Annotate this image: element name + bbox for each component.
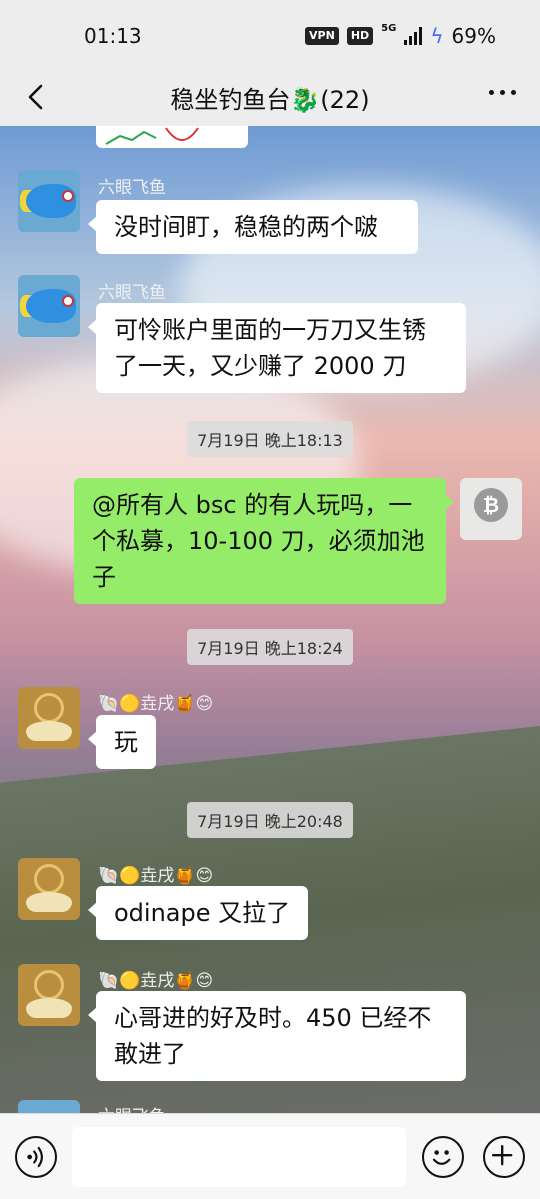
avatar[interactable]	[18, 687, 80, 749]
timestamp: 7月19日 晚上20:48	[0, 802, 540, 838]
sender-name: 六眼飞鱼	[98, 1102, 166, 1113]
message-bubble[interactable]: odinape 又拉了	[87, 886, 309, 940]
sender-name: 🐚🟡垚戌🍯😊	[98, 971, 214, 991]
avatar[interactable]	[18, 170, 80, 232]
battery-level: 69%	[451, 24, 496, 48]
sender-name: 🐚🟡垚戌🍯😊	[98, 694, 214, 714]
network-type: 5G	[381, 23, 397, 34]
emoji-icon[interactable]	[422, 1136, 464, 1178]
status-indicators: VPN HD 5G ϟ 69%	[305, 24, 496, 48]
sender-name: 六眼飞鱼	[98, 178, 166, 198]
more-dots-icon[interactable]	[489, 90, 516, 95]
status-time: 01:13	[84, 24, 142, 48]
chat-message-list[interactable]: 六眼飞鱼 没时间盯，稳稳的两个啵 六眼飞鱼 可怜账户里面的一万刀又生锈了一天，又…	[0, 126, 540, 1113]
sender-name: 六眼飞鱼	[98, 283, 166, 303]
message-bubble[interactable]: 玩	[88, 715, 156, 769]
avatar[interactable]	[18, 858, 80, 920]
timestamp: 7月19日 晚上18:13	[0, 421, 540, 457]
image-message-thumbnail[interactable]	[96, 126, 248, 148]
message-text-input[interactable]	[72, 1127, 406, 1187]
avatar[interactable]	[18, 964, 80, 1026]
sender-name: 🐚🟡垚戌🍯😊	[98, 866, 214, 886]
chat-header: 稳坐钓鱼台🐉(22)	[0, 68, 540, 126]
signal-icon	[404, 27, 423, 45]
message-bubble[interactable]: 没时间盯，稳稳的两个啵	[88, 200, 418, 254]
status-bar: 01:13 VPN HD 5G ϟ 69%	[0, 0, 540, 68]
message-input-bar	[0, 1113, 540, 1199]
message-bubble[interactable]: 心哥进的好及时。450 已经不敢进了	[88, 991, 466, 1081]
voice-icon[interactable]	[15, 1136, 57, 1178]
plus-icon[interactable]	[483, 1136, 525, 1178]
timestamp: 7月19日 晚上18:24	[0, 629, 540, 665]
avatar[interactable]	[18, 275, 80, 337]
self-avatar[interactable]: ₿	[460, 478, 522, 540]
message-bubble[interactable]: 可怜账户里面的一万刀又生锈了一天，又少赚了 2000 刀	[88, 303, 466, 393]
charging-icon: ϟ	[430, 24, 444, 48]
hd-badge: HD	[346, 27, 374, 45]
avatar[interactable]	[18, 1100, 80, 1113]
outgoing-message-bubble[interactable]: @所有人 bsc 的有人玩吗，一个私募，10-100 刀，必须加池子	[74, 478, 454, 604]
vpn-badge: VPN	[305, 27, 339, 45]
chat-title[interactable]: 稳坐钓鱼台🐉(22)	[0, 80, 540, 115]
